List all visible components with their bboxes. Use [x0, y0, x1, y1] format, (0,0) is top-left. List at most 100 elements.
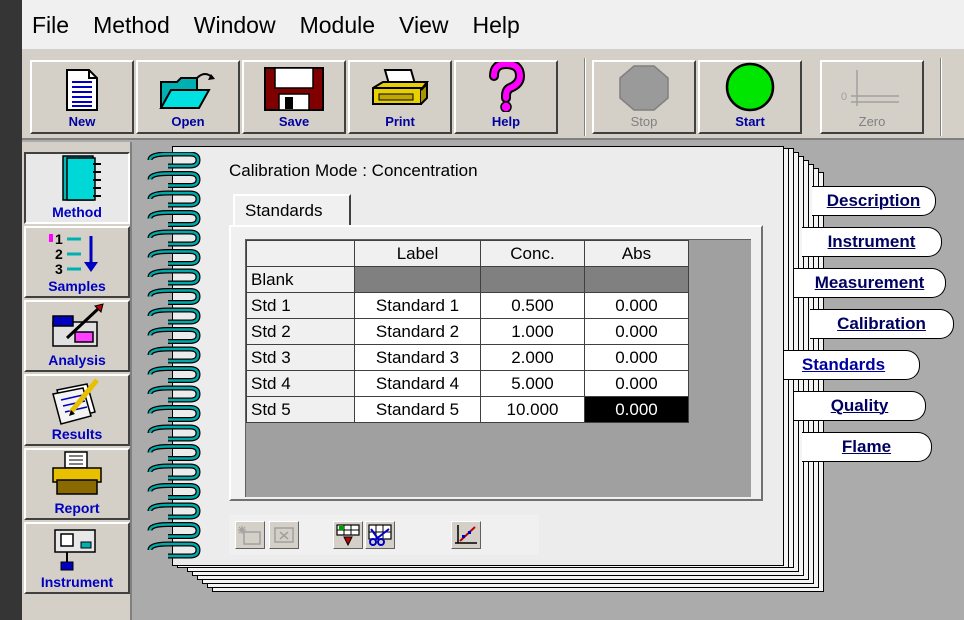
- column-header-abs[interactable]: Abs: [584, 240, 689, 267]
- save-button[interactable]: Save: [242, 60, 346, 134]
- column-header-conc[interactable]: Conc.: [480, 240, 585, 267]
- nav-instrument-button[interactable]: Instrument: [24, 522, 130, 594]
- spiral-binding: [147, 152, 201, 559]
- column-header-label[interactable]: Label: [354, 240, 481, 267]
- numbered-list-icon: 1 2 3: [49, 231, 98, 277]
- nav-samples-button[interactable]: 1 2 3 Samples: [24, 226, 130, 298]
- row-name[interactable]: Std 5: [246, 396, 355, 423]
- svg-text:0: 0: [841, 91, 847, 103]
- print-label: Print: [385, 114, 415, 129]
- nav-method-label: Method: [52, 204, 102, 220]
- abs-cell[interactable]: 0.000: [584, 292, 689, 319]
- tab-quality[interactable]: Quality: [794, 391, 926, 421]
- floppy-disk-icon: [264, 67, 324, 111]
- help-button[interactable]: Help: [454, 60, 558, 134]
- print-button[interactable]: Print: [348, 60, 452, 134]
- label-cell[interactable]: Standard 3: [354, 344, 481, 371]
- insert-row-button[interactable]: [235, 521, 265, 549]
- navigation-panel: Method 1 2 3 Samples Analysis Results Re…: [22, 142, 132, 620]
- results-pages-icon: [52, 378, 99, 425]
- row-name[interactable]: Std 3: [246, 344, 355, 371]
- report-printer-icon: [52, 451, 102, 495]
- toolbar: New Open Save Print Help Stop Start 0 Ze…: [22, 50, 964, 140]
- table-row: Std 1 Standard 1 0.500 0.000: [246, 292, 689, 319]
- start-button[interactable]: Start: [698, 60, 802, 134]
- abs-cell[interactable]: [584, 266, 689, 293]
- conc-cell[interactable]: 5.000: [480, 370, 585, 397]
- row-name[interactable]: Std 2: [246, 318, 355, 345]
- conc-cell[interactable]: 0.500: [480, 292, 585, 319]
- table-row: Std 4 Standard 4 5.000 0.000: [246, 370, 689, 397]
- standards-grid-frame: Label Conc. Abs Blank Std 1 Standard 1 0…: [229, 225, 763, 501]
- table-row-blank: Blank: [246, 266, 689, 293]
- grid-toolbar: [229, 515, 539, 555]
- tab-description[interactable]: Description: [812, 186, 936, 216]
- row-name[interactable]: Std 4: [246, 370, 355, 397]
- open-folder-icon: [159, 73, 215, 109]
- menu-method[interactable]: Method: [81, 0, 182, 50]
- save-label: Save: [278, 114, 310, 129]
- app-window: File Method Window Module View Help New …: [22, 0, 964, 620]
- abs-cell[interactable]: 0.000: [584, 370, 689, 397]
- stop-button[interactable]: Stop: [592, 60, 696, 134]
- table-row: Std 3 Standard 3 2.000 0.000: [246, 344, 689, 371]
- calibration-page: Calibration Mode : Concentration Standar…: [172, 146, 784, 566]
- menu-module[interactable]: Module: [288, 0, 387, 50]
- delete-row-button[interactable]: [269, 521, 299, 549]
- menu-file[interactable]: File: [22, 0, 81, 50]
- tab-standards[interactable]: Standards: [768, 350, 920, 380]
- conc-cell[interactable]: 1.000: [480, 318, 585, 345]
- cut-cells-button[interactable]: [365, 521, 395, 549]
- abs-cell[interactable]: 0.000: [584, 318, 689, 345]
- abs-cell-selected[interactable]: 0.000: [584, 396, 689, 423]
- nav-method-button[interactable]: Method: [24, 152, 130, 224]
- question-mark-icon: [489, 62, 526, 112]
- label-cell[interactable]: Standard 5: [354, 396, 481, 423]
- nav-analysis-label: Analysis: [48, 352, 106, 368]
- conc-cell[interactable]: 2.000: [480, 344, 585, 371]
- start-label: Start: [735, 114, 765, 129]
- label-cell[interactable]: Standard 4: [354, 370, 481, 397]
- menu-help[interactable]: Help: [460, 0, 531, 50]
- new-button[interactable]: New: [30, 60, 134, 134]
- table-header-row: Label Conc. Abs: [246, 240, 689, 267]
- menu-view[interactable]: View: [387, 0, 460, 50]
- menu-window[interactable]: Window: [182, 0, 288, 50]
- tab-calibration[interactable]: Calibration: [810, 309, 954, 339]
- abs-cell[interactable]: 0.000: [584, 344, 689, 371]
- label-cell[interactable]: Standard 1: [354, 292, 481, 319]
- label-cell[interactable]: [354, 266, 481, 293]
- row-name[interactable]: Std 1: [246, 292, 355, 319]
- instrument-device-icon: [54, 529, 96, 571]
- label-cell[interactable]: Standard 2: [354, 318, 481, 345]
- standards-grid: Label Conc. Abs Blank Std 1 Standard 1 0…: [245, 239, 751, 497]
- tab-instrument[interactable]: Instrument: [802, 227, 942, 257]
- menu-bar: File Method Window Module View Help: [22, 0, 964, 50]
- stop-label: Stop: [630, 114, 658, 129]
- new-label: New: [68, 114, 96, 129]
- svg-text:2: 2: [55, 246, 63, 262]
- nav-instrument-label: Instrument: [40, 574, 114, 590]
- nav-results-label: Results: [51, 426, 103, 442]
- tab-flame[interactable]: Flame: [802, 432, 932, 462]
- plot-calibration-button[interactable]: [451, 521, 481, 549]
- table-corner-cell: [246, 240, 355, 267]
- left-window-edge: [0, 0, 22, 620]
- stop-octagon-icon: [619, 65, 669, 111]
- nav-report-label: Report: [54, 500, 100, 516]
- zero-button[interactable]: 0 Zero: [820, 60, 924, 134]
- fill-down-button[interactable]: [333, 521, 363, 549]
- svg-text:3: 3: [55, 261, 63, 277]
- open-button[interactable]: Open: [136, 60, 240, 134]
- toolbar-separator: [584, 58, 586, 136]
- delete-row-icon: [274, 527, 294, 543]
- tab-standards-inner[interactable]: Standards: [233, 194, 351, 226]
- nav-results-button[interactable]: Results: [24, 374, 130, 446]
- nav-report-button[interactable]: Report: [24, 448, 130, 520]
- conc-cell[interactable]: 10.000: [480, 396, 585, 423]
- tab-measurement[interactable]: Measurement: [794, 268, 946, 298]
- row-name[interactable]: Blank: [246, 266, 355, 293]
- conc-cell[interactable]: [480, 266, 585, 293]
- nav-analysis-button[interactable]: Analysis: [24, 300, 130, 372]
- table-row: Std 2 Standard 2 1.000 0.000: [246, 318, 689, 345]
